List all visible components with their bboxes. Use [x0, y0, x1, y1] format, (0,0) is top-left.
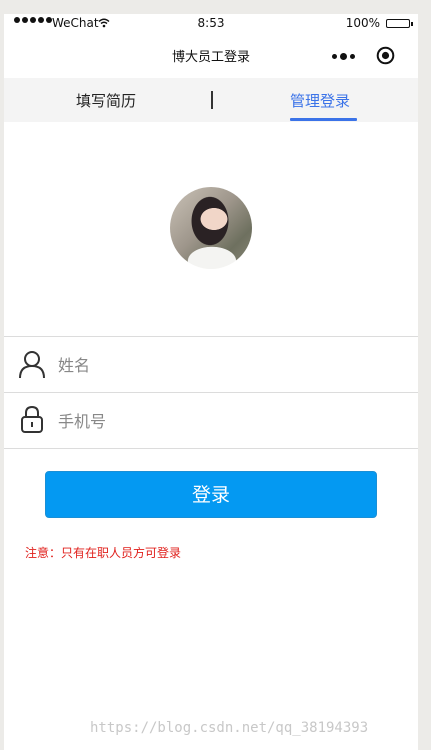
name-input[interactable]: [58, 350, 398, 380]
more-options-icon[interactable]: [332, 53, 355, 60]
user-icon: [19, 351, 45, 379]
login-button[interactable]: 登录: [45, 471, 377, 518]
tab-admin-login[interactable]: 管理登录: [290, 90, 350, 111]
tab-bar: 填写简历 管理登录: [4, 78, 418, 122]
battery-percentage: 100%: [345, 16, 380, 30]
divider: [4, 448, 418, 449]
navigation-bar: 博大员工登录: [4, 34, 418, 78]
divider: [4, 336, 418, 337]
phone-screen: WeChat 8:53 100% 博大员工登录 填写简历 管理登录 姓名 手机号…: [4, 14, 418, 750]
divider: [4, 392, 418, 393]
tab-separator: [211, 91, 213, 109]
tab-fill-resume[interactable]: 填写简历: [76, 90, 136, 111]
phone-input[interactable]: [58, 406, 398, 436]
page-title: 博大员工登录: [171, 50, 250, 65]
status-bar: WeChat 8:53 100%: [4, 14, 418, 34]
lock-icon: [21, 405, 43, 433]
watermark: https://blog.csdn.net/qq_38194393: [90, 720, 369, 736]
login-notice: 注意：只有在职人员方可登录: [25, 546, 182, 560]
active-tab-indicator: [290, 118, 357, 121]
battery-icon: [386, 19, 413, 28]
close-miniprogram-icon[interactable]: [376, 46, 395, 65]
avatar: [170, 187, 252, 269]
